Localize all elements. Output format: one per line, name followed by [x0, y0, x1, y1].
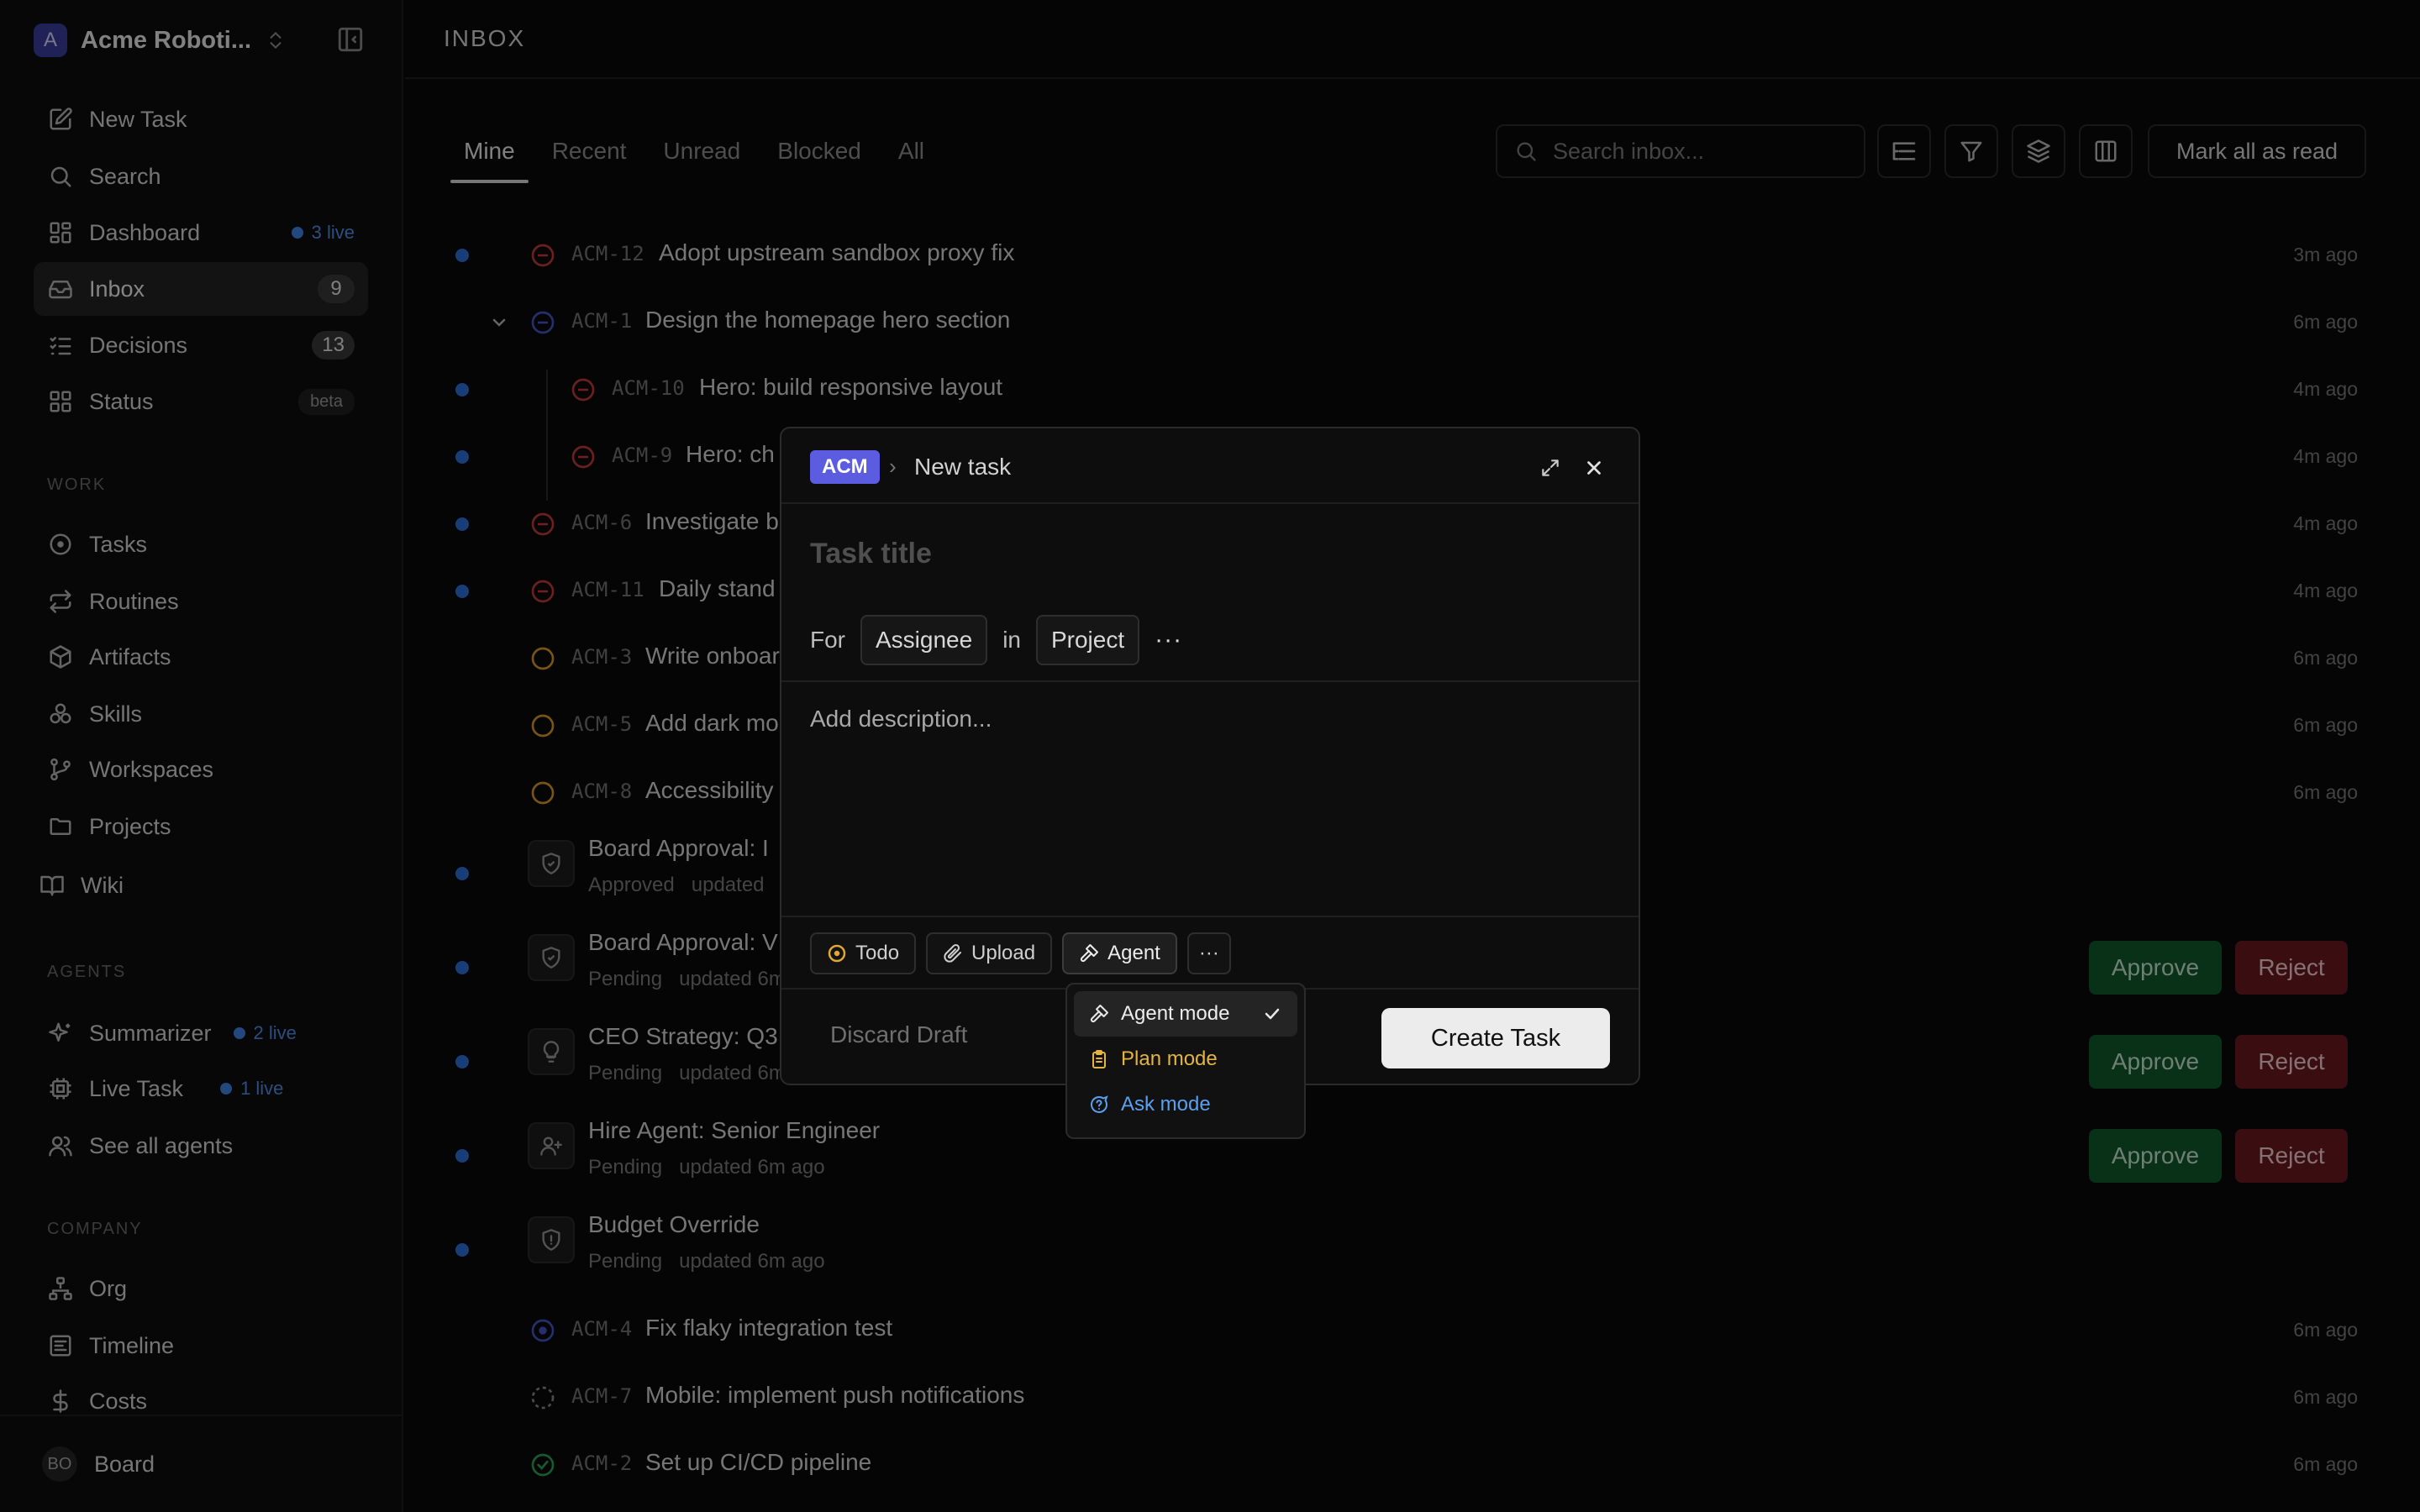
project-chip[interactable]: ACM	[810, 450, 880, 484]
app: A Acme Roboti... New Task Search Dashboa…	[0, 0, 2420, 1512]
description-input[interactable]: Add description...	[810, 706, 992, 732]
divider	[781, 502, 1639, 504]
task-title-input[interactable]: Task title	[810, 538, 932, 570]
menu-item-label: Plan mode	[1121, 1047, 1218, 1070]
task-toolbar: Todo Upload Agent ···	[810, 932, 1231, 974]
divider	[781, 916, 1639, 917]
menu-item-label: Agent mode	[1121, 1002, 1230, 1025]
hammer-icon	[1081, 944, 1099, 963]
in-label: in	[1002, 627, 1021, 653]
create-task-button[interactable]: Create Task	[1381, 1008, 1610, 1068]
check-icon	[1265, 1008, 1280, 1020]
assignee-picker[interactable]: Assignee	[860, 615, 988, 665]
task-meta-row: For Assignee in Project ···	[810, 615, 1182, 665]
help-bubble-icon	[1091, 1095, 1108, 1113]
status-picker[interactable]: Todo	[810, 932, 917, 974]
menu-item-plan-mode[interactable]: Plan mode	[1074, 1037, 1297, 1082]
more-options-icon[interactable]: ···	[1155, 626, 1182, 654]
menu-item-ask-mode[interactable]: Ask mode	[1074, 1082, 1297, 1127]
menu-item-label: Ask mode	[1121, 1093, 1211, 1116]
upload-button[interactable]: Upload	[926, 932, 1053, 974]
discard-draft-button[interactable]: Discard Draft	[830, 1021, 967, 1048]
breadcrumb-separator: ›	[889, 454, 897, 479]
more-options-icon: ···	[1198, 942, 1219, 964]
for-label: For	[810, 627, 845, 653]
todo-status-icon	[828, 944, 846, 963]
upload-label: Upload	[971, 942, 1036, 964]
status-picker-label: Todo	[855, 942, 900, 964]
more-tools-button[interactable]: ···	[1186, 932, 1231, 974]
paperclip-icon	[944, 943, 962, 963]
close-icon[interactable]	[1583, 457, 1605, 479]
mode-dropdown-menu: Agent mode Plan mode Ask mode	[1065, 983, 1306, 1139]
divider	[781, 680, 1639, 682]
dialog-title: New task	[914, 454, 1012, 480]
mode-picker-label: Agent	[1107, 942, 1160, 964]
clipboard-list-icon	[1092, 1050, 1106, 1068]
expand-icon[interactable]	[1539, 457, 1561, 479]
hammer-icon	[1090, 1005, 1108, 1023]
project-picker[interactable]: Project	[1035, 615, 1140, 665]
menu-item-agent-mode[interactable]: Agent mode	[1074, 991, 1297, 1037]
mode-picker[interactable]: Agent	[1062, 932, 1177, 974]
